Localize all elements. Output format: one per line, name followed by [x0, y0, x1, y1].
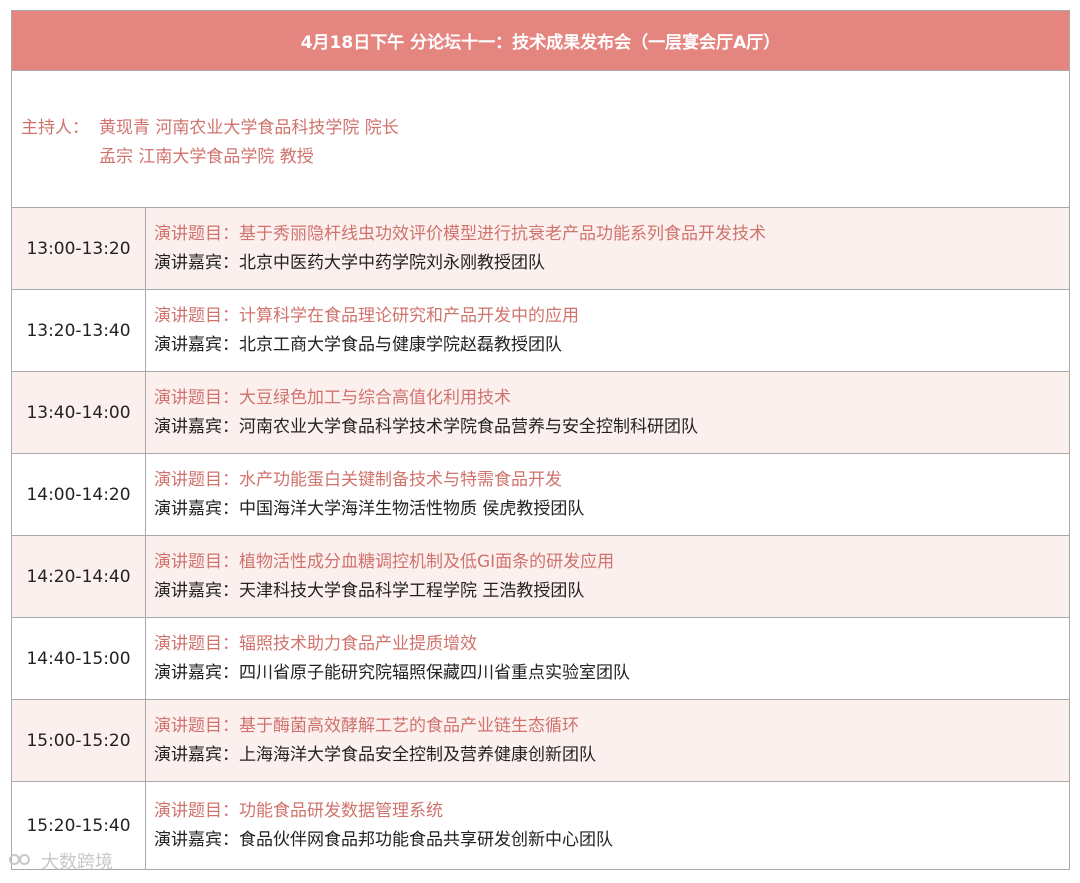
- table-row: 14:00-14:20 演讲题目：水产功能蛋白关键制备技术与特需食品开发 演讲嘉…: [12, 454, 1069, 536]
- session-speaker: 演讲嘉宾：北京工商大学食品与健康学院赵磊教授团队: [154, 334, 562, 355]
- session-topic: 演讲题目：辐照技术助力食品产业提质增效: [154, 633, 477, 654]
- session-content: 演讲题目：功能食品研发数据管理系统 演讲嘉宾：食品伙伴网食品邦功能食品共享研发创…: [146, 782, 1069, 870]
- session-time: 14:20-14:40: [12, 536, 146, 617]
- session-topic: 演讲题目：植物活性成分血糖调控机制及低GI面条的研发应用: [154, 551, 615, 572]
- session-topic: 演讲题目：大豆绿色加工与综合高值化利用技术: [154, 387, 511, 408]
- host-name: 孟宗 江南大学食品学院 教授: [99, 147, 314, 167]
- session-time: 13:00-13:20: [12, 208, 146, 289]
- session-speaker: 演讲嘉宾：河南农业大学食品科学技术学院食品营养与安全控制科研团队: [154, 416, 698, 437]
- watermark: 大数跨境: [9, 848, 113, 874]
- session-time: 15:00-15:20: [12, 700, 146, 781]
- session-topic: 演讲题目：水产功能蛋白关键制备技术与特需食品开发: [154, 469, 562, 490]
- table-row: 15:00-15:20 演讲题目：基于酶菌高效酵解工艺的食品产业链生态循环 演讲…: [12, 700, 1069, 782]
- session-topic: 演讲题目：功能食品研发数据管理系统: [154, 801, 443, 821]
- session-speaker: 演讲嘉宾：上海海洋大学食品安全控制及营养健康创新团队: [154, 744, 596, 765]
- session-speaker: 演讲嘉宾：中国海洋大学海洋生物活性物质 侯虎教授团队: [154, 498, 585, 519]
- session-time: 14:00-14:20: [12, 454, 146, 535]
- session-speaker: 演讲嘉宾：北京中医药大学中药学院刘永刚教授团队: [154, 252, 545, 273]
- table-row: 13:20-13:40 演讲题目：计算科学在食品理论研究和产品开发中的应用 演讲…: [12, 290, 1069, 372]
- forum-title: 4月18日下午 分论坛十一：技术成果发布会（一层宴会厅A厅）: [300, 33, 781, 53]
- watermark-logo-icon: [9, 852, 35, 870]
- table-row: 13:40-14:00 演讲题目：大豆绿色加工与综合高值化利用技术 演讲嘉宾：河…: [12, 372, 1069, 454]
- session-content: 演讲题目：辐照技术助力食品产业提质增效 演讲嘉宾：四川省原子能研究院辐照保藏四川…: [146, 618, 1069, 699]
- host-name: 黄现青 河南农业大学食品科技学院 院长: [99, 118, 399, 138]
- session-topic: 演讲题目：基于秀丽隐杆线虫功效评价模型进行抗衰老产品功能系列食品开发技术: [154, 223, 766, 244]
- table-row: 15:20-15:40 演讲题目：功能食品研发数据管理系统 演讲嘉宾：食品伙伴网…: [12, 782, 1069, 870]
- session-topic: 演讲题目：基于酶菌高效酵解工艺的食品产业链生态循环: [154, 715, 579, 736]
- session-time: 14:40-15:00: [12, 618, 146, 699]
- table-row: 13:00-13:20 演讲题目：基于秀丽隐杆线虫功效评价模型进行抗衰老产品功能…: [12, 208, 1069, 290]
- session-topic: 演讲题目：计算科学在食品理论研究和产品开发中的应用: [154, 305, 579, 326]
- session-content: 演讲题目：基于酶菌高效酵解工艺的食品产业链生态循环 演讲嘉宾：上海海洋大学食品安…: [146, 700, 1069, 781]
- host-line: 主持人： 黄现青 河南农业大学食品科技学院 院长: [21, 114, 1069, 143]
- hosts-section: 主持人： 黄现青 河南农业大学食品科技学院 院长 孟宗 江南大学食品学院 教授: [12, 71, 1069, 208]
- session-speaker: 演讲嘉宾：四川省原子能研究院辐照保藏四川省重点实验室团队: [154, 662, 630, 683]
- session-content: 演讲题目：基于秀丽隐杆线虫功效评价模型进行抗衰老产品功能系列食品开发技术 演讲嘉…: [146, 208, 1069, 289]
- session-content: 演讲题目：计算科学在食品理论研究和产品开发中的应用 演讲嘉宾：北京工商大学食品与…: [146, 290, 1069, 371]
- session-speaker: 演讲嘉宾：食品伙伴网食品邦功能食品共享研发创新中心团队: [154, 830, 613, 850]
- host-line: 孟宗 江南大学食品学院 教授: [21, 143, 1069, 172]
- session-content: 演讲题目：植物活性成分血糖调控机制及低GI面条的研发应用 演讲嘉宾：天津科技大学…: [146, 536, 1069, 617]
- session-content: 演讲题目：大豆绿色加工与综合高值化利用技术 演讲嘉宾：河南农业大学食品科学技术学…: [146, 372, 1069, 453]
- schedule-table: 4月18日下午 分论坛十一：技术成果发布会（一层宴会厅A厅） 主持人： 黄现青 …: [11, 10, 1070, 870]
- session-time: 13:20-13:40: [12, 290, 146, 371]
- session-time: 13:40-14:00: [12, 372, 146, 453]
- session-content: 演讲题目：水产功能蛋白关键制备技术与特需食品开发 演讲嘉宾：中国海洋大学海洋生物…: [146, 454, 1069, 535]
- table-row: 14:20-14:40 演讲题目：植物活性成分血糖调控机制及低GI面条的研发应用…: [12, 536, 1069, 618]
- session-speaker: 演讲嘉宾：天津科技大学食品科学工程学院 王浩教授团队: [154, 580, 585, 601]
- host-label: 主持人：: [21, 118, 89, 138]
- watermark-text: 大数跨境: [41, 852, 113, 873]
- table-row: 14:40-15:00 演讲题目：辐照技术助力食品产业提质增效 演讲嘉宾：四川省…: [12, 618, 1069, 700]
- table-header: 4月18日下午 分论坛十一：技术成果发布会（一层宴会厅A厅）: [12, 11, 1069, 71]
